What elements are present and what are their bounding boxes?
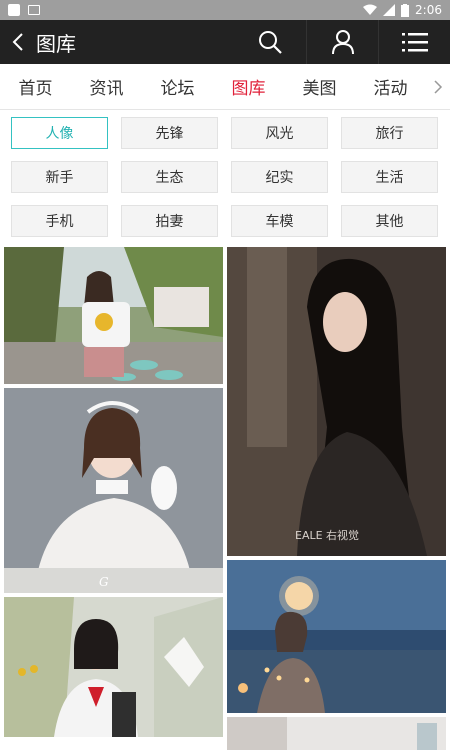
status-bar: 2:06 <box>0 0 450 20</box>
photo-card[interactable]: EALE 右视觉 <box>227 247 446 556</box>
svg-text:G: G <box>99 575 109 589</box>
search-button[interactable] <box>234 20 306 64</box>
chevron-left-icon <box>12 33 23 51</box>
tab-news[interactable]: 资讯 <box>71 74 142 99</box>
menu-list-icon <box>401 33 428 52</box>
status-time: 2:06 <box>415 3 442 17</box>
photo-card[interactable] <box>4 597 223 737</box>
chip-other[interactable]: 其他 <box>341 205 438 237</box>
chip-mobile[interactable]: 手机 <box>11 205 108 237</box>
tab-forum[interactable]: 论坛 <box>142 74 213 99</box>
notification-icon <box>8 4 20 16</box>
signal-icon <box>383 4 396 16</box>
chip-documentary[interactable]: 纪实 <box>231 161 328 193</box>
chip-avant-garde[interactable]: 先锋 <box>121 117 218 149</box>
tabs-more-button[interactable] <box>426 64 450 110</box>
photo-beach-dusk <box>227 560 446 713</box>
photo-card[interactable] <box>227 560 446 713</box>
chip-portrait[interactable]: 人像 <box>11 117 108 149</box>
tab-gallery[interactable]: 图库 <box>213 74 284 99</box>
chip-landscape[interactable]: 风光 <box>231 117 328 149</box>
app-bar: 图库 <box>0 20 450 64</box>
chip-ecology[interactable]: 生态 <box>121 161 218 193</box>
page-title: 图库 <box>36 33 76 56</box>
tab-home[interactable]: 首页 <box>0 74 71 99</box>
chip-life[interactable]: 生活 <box>341 161 438 193</box>
photo-card[interactable] <box>227 717 446 750</box>
photo-card[interactable] <box>4 247 223 384</box>
menu-button[interactable] <box>378 20 450 64</box>
profile-button[interactable] <box>306 20 378 64</box>
photo-grid: G EALE 右视觉 <box>4 247 446 750</box>
chip-car-model[interactable]: 车模 <box>231 205 328 237</box>
category-chips: 人像 先锋 风光 旅行 新手 生态 纪实 生活 手机 拍妻 车模 其他 <box>11 117 439 237</box>
chevron-right-icon <box>434 80 443 94</box>
wifi-icon <box>363 4 378 15</box>
chip-beginner[interactable]: 新手 <box>11 161 108 193</box>
photo-partial <box>227 717 446 750</box>
chip-travel[interactable]: 旅行 <box>341 117 438 149</box>
category-tabs: 首页 资讯 论坛 图库 美图 活动 <box>0 64 450 110</box>
photo-card[interactable]: G <box>4 388 223 593</box>
photo-dark-portrait: EALE 右视觉 <box>227 247 446 556</box>
tab-events[interactable]: 活动 <box>355 74 426 99</box>
photo-white-dress-portrait: G <box>4 388 223 593</box>
battery-icon <box>401 3 410 17</box>
photo-uniform-portrait <box>4 597 223 737</box>
chip-wife[interactable]: 拍妻 <box>121 205 218 237</box>
back-button[interactable] <box>0 20 36 64</box>
tab-beauty[interactable]: 美图 <box>284 74 355 99</box>
image-notification-icon <box>28 5 40 15</box>
photo-street-portrait <box>4 247 223 384</box>
photo-watermark: EALE 右视觉 <box>295 528 359 542</box>
user-icon <box>331 30 354 55</box>
search-icon <box>259 31 282 54</box>
